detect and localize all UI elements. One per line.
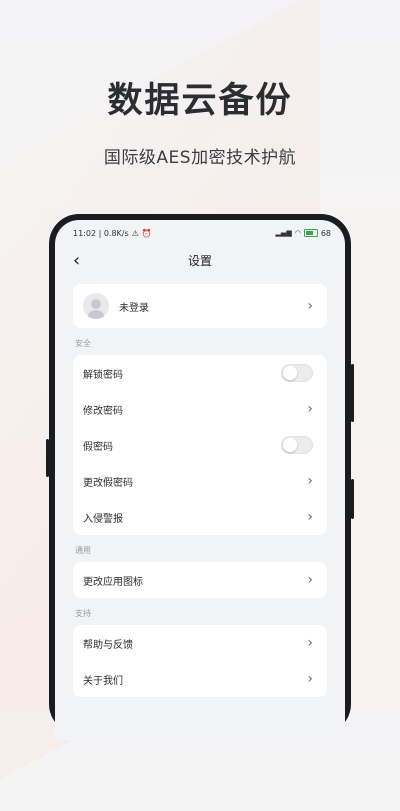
change-fake-password-row[interactable]: 更改假密码 › xyxy=(73,463,327,499)
user-card: 未登录 › xyxy=(73,284,327,328)
login-row[interactable]: 未登录 › xyxy=(73,284,327,328)
phone-screen: 11:02 | 0.8K/s ⚠ ⏰ ▂▄▆ ◠ 68 ‹ 设置 未登录 › 安… xyxy=(55,220,345,740)
chevron-right-icon: › xyxy=(307,572,313,588)
phone-side-button xyxy=(46,439,49,477)
row-label: 入侵警报 xyxy=(83,513,123,525)
row-label: 更改应用图标 xyxy=(83,576,143,588)
notification-icon: ⚠ xyxy=(131,228,139,238)
promo-subline: 国际级AES加密技术护航 xyxy=(103,148,297,168)
row-label: 修改密码 xyxy=(83,405,123,417)
page-title: 设置 xyxy=(187,253,212,268)
row-label: 更改假密码 xyxy=(83,477,133,489)
fake-password-row: 假密码 xyxy=(73,427,327,463)
unlock-password-row: 解锁密码 xyxy=(73,355,327,391)
settings-content: 未登录 › 安全 解锁密码 修改密码 › 假密码 更改假密码 › 入侵警报 › … xyxy=(55,274,345,697)
status-time-speed: 11:02 | 0.8K/s xyxy=(73,228,129,238)
phone-frame: 11:02 | 0.8K/s ⚠ ⏰ ▂▄▆ ◠ 68 ‹ 设置 未登录 › 安… xyxy=(46,214,354,740)
fake-password-toggle[interactable] xyxy=(281,436,313,454)
chevron-right-icon: › xyxy=(307,635,313,651)
security-card: 解锁密码 修改密码 › 假密码 更改假密码 › 入侵警报 › xyxy=(73,355,327,535)
chevron-right-icon: › xyxy=(307,473,313,489)
signal-icon: ▂▄▆ xyxy=(275,229,292,237)
navigation-bar: ‹ 设置 xyxy=(55,246,345,274)
alarm-icon: ⏰ xyxy=(141,228,152,238)
avatar xyxy=(83,293,109,319)
promo-headline: 数据云备份 xyxy=(107,81,293,121)
about-us-row[interactable]: 关于我们 › xyxy=(73,661,327,697)
unlock-password-toggle[interactable] xyxy=(281,364,313,382)
help-feedback-row[interactable]: 帮助与反馈 › xyxy=(73,625,327,661)
phone-side-button xyxy=(351,364,354,422)
section-label-security: 安全 xyxy=(75,339,91,348)
change-app-icon-row[interactable]: 更改应用图标 › xyxy=(73,562,327,598)
chevron-right-icon: › xyxy=(307,401,313,417)
row-label: 关于我们 xyxy=(83,675,123,687)
battery-level: 68 xyxy=(320,228,331,238)
login-status-label: 未登录 xyxy=(119,302,149,314)
change-password-row[interactable]: 修改密码 › xyxy=(73,391,327,427)
row-label: 帮助与反馈 xyxy=(83,639,133,651)
section-label-support: 支持 xyxy=(75,609,91,618)
section-label-general: 通用 xyxy=(75,546,91,555)
general-card: 更改应用图标 › xyxy=(73,562,327,598)
status-bar: 11:02 | 0.8K/s ⚠ ⏰ ▂▄▆ ◠ 68 xyxy=(55,220,345,246)
chevron-right-icon: › xyxy=(307,298,313,314)
intrusion-alert-row[interactable]: 入侵警报 › xyxy=(73,499,327,535)
wifi-icon: ◠ xyxy=(294,229,301,237)
phone-side-button xyxy=(351,479,354,519)
back-icon[interactable]: ‹ xyxy=(73,250,80,271)
row-label: 假密码 xyxy=(83,441,113,453)
chevron-right-icon: › xyxy=(307,509,313,525)
row-label: 解锁密码 xyxy=(83,369,123,381)
support-card: 帮助与反馈 › 关于我们 › xyxy=(73,625,327,697)
battery-icon xyxy=(303,229,318,237)
chevron-right-icon: › xyxy=(307,671,313,687)
